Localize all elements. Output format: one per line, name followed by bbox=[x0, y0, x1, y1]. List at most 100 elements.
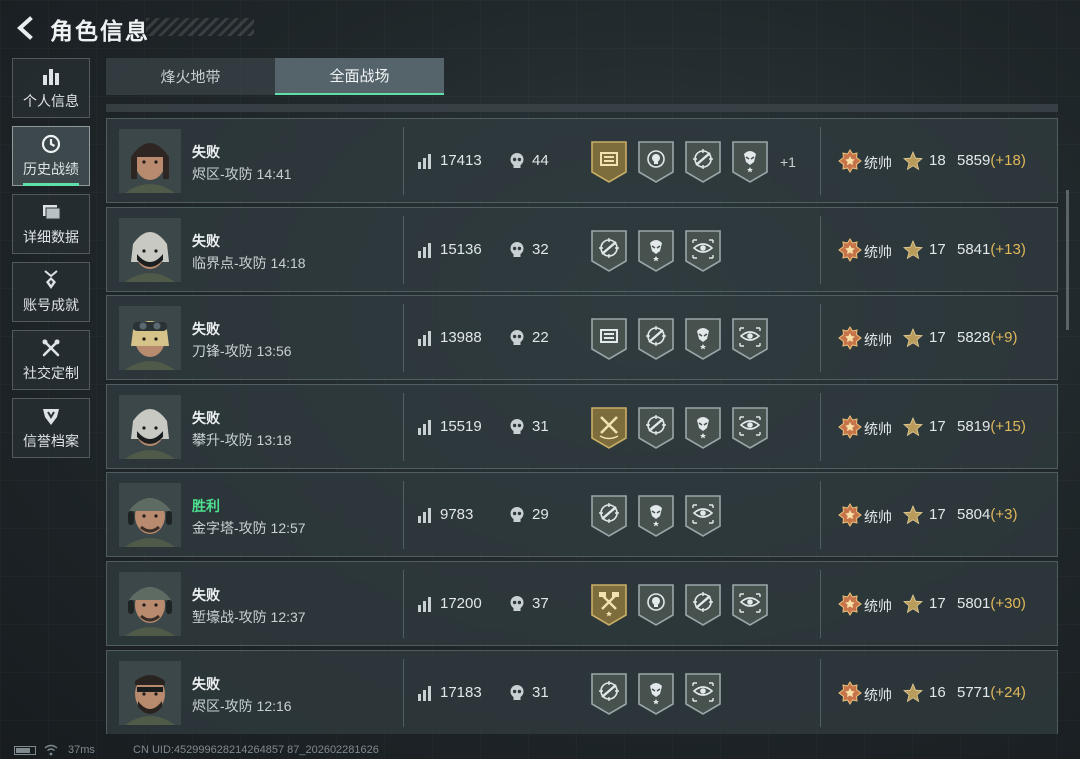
match-row[interactable]: 失败 烬区-攻防 12:16 17183 31 统帅 16 5771(+24) bbox=[106, 649, 1058, 734]
crosshair-rifle-badge-icon[interactable] bbox=[590, 229, 628, 273]
gold-hammer-badge-icon[interactable] bbox=[590, 583, 628, 627]
crosshair-rifle-badge-icon[interactable] bbox=[590, 672, 628, 716]
sidebar: 个人信息 历史战绩 详细数据 账号成就 社交定制 信誉档案 bbox=[12, 58, 90, 466]
crosshair-rifle-badge-icon[interactable] bbox=[637, 317, 675, 361]
status-bar: 37ms CN UID:452999628214264857 87_202602… bbox=[0, 742, 1080, 759]
star-level: 17 bbox=[929, 329, 946, 347]
rank-points-value: 5801 bbox=[957, 595, 991, 612]
sidebar-item-history[interactable]: 历史战绩 bbox=[12, 126, 90, 186]
gold-screen-badge-icon[interactable] bbox=[590, 140, 628, 184]
score-icon bbox=[417, 597, 433, 612]
rank-points-delta: (+9) bbox=[990, 329, 1018, 347]
match-history-list[interactable]: 失败 烬区-攻防 14:41 17413 44 +1 统帅 18 5859(+18) 失败 临界点… bbox=[106, 104, 1058, 734]
row-divider bbox=[403, 127, 404, 195]
soldier-badge-icon[interactable] bbox=[637, 494, 675, 538]
clock-icon bbox=[41, 134, 61, 154]
bearded-soldier-avatar bbox=[119, 660, 181, 725]
eye-target-badge-icon[interactable] bbox=[684, 229, 722, 273]
goggles-soldier-avatar bbox=[119, 306, 181, 371]
match-badges bbox=[590, 406, 778, 450]
eye-target-badge-icon[interactable] bbox=[731, 406, 769, 450]
star-icon bbox=[902, 593, 924, 614]
soldier-badge-icon[interactable] bbox=[637, 229, 675, 273]
rank-points: 5841(+13) bbox=[957, 241, 1026, 258]
sidebar-item-social[interactable]: 社交定制 bbox=[12, 330, 90, 390]
soldier-badge-icon[interactable] bbox=[637, 672, 675, 716]
star-level: 16 bbox=[929, 683, 946, 701]
rank-name: 统帅 bbox=[864, 598, 892, 614]
sidebar-item-details[interactable]: 详细数据 bbox=[12, 194, 90, 254]
list-scrollbar[interactable] bbox=[1066, 190, 1069, 330]
rank-emblem-icon bbox=[838, 326, 862, 351]
soldier-badge-icon[interactable] bbox=[731, 140, 769, 184]
sidebar-item-label: 社交定制 bbox=[23, 365, 79, 381]
match-kills: 29 bbox=[532, 506, 549, 524]
eye-target-badge-icon[interactable] bbox=[684, 494, 722, 538]
skull-badge-icon[interactable] bbox=[637, 140, 675, 184]
bar-chart-icon bbox=[43, 69, 59, 85]
soldier-badge-icon[interactable] bbox=[684, 406, 722, 450]
crosshair-rifle-badge-icon[interactable] bbox=[590, 494, 628, 538]
eye-target-badge-icon[interactable] bbox=[731, 317, 769, 361]
rank-emblem-icon bbox=[838, 503, 862, 528]
header: 角色信息 bbox=[0, 0, 1080, 54]
crosshair-rifle-badge-icon[interactable] bbox=[684, 583, 722, 627]
match-row[interactable]: 失败 堑壕战-攻防 12:37 17200 37 统帅 17 5801(+30) bbox=[106, 561, 1058, 646]
row-divider bbox=[403, 481, 404, 550]
crosshair-rifle-badge-icon[interactable] bbox=[637, 406, 675, 450]
back-arrow-icon[interactable] bbox=[12, 14, 40, 42]
kills-skull-icon bbox=[509, 506, 525, 524]
match-badges: +1 bbox=[590, 140, 796, 184]
match-row[interactable]: 失败 刀锋-攻防 13:56 13988 22 统帅 17 5828(+9) bbox=[106, 295, 1058, 381]
eye-target-badge-icon[interactable] bbox=[684, 672, 722, 716]
sidebar-item-label: 详细数据 bbox=[23, 229, 79, 245]
kills-skull-icon bbox=[509, 329, 525, 347]
match-row[interactable]: 失败 攀升-攻防 13:18 15519 31 统帅 17 5819(+15) bbox=[106, 383, 1058, 469]
match-row[interactable]: 胜利 金字塔-攻防 12:57 9783 29 统帅 17 5804(+3) bbox=[106, 472, 1058, 558]
skull-badge-icon[interactable] bbox=[637, 583, 675, 627]
rank-emblem-icon bbox=[838, 149, 862, 173]
page-title: 角色信息 bbox=[50, 18, 150, 44]
match-map-time: 攀升-攻防 13:18 bbox=[192, 431, 292, 448]
match-map-time: 烬区-攻防 14:41 bbox=[192, 166, 292, 182]
more-badges-count[interactable]: +1 bbox=[780, 154, 796, 170]
match-map-time: 烬区-攻防 12:16 bbox=[192, 697, 292, 714]
match-badges bbox=[590, 317, 778, 361]
mode-tabs: 烽火地带 全面战场 bbox=[106, 58, 445, 95]
rank-name: 统帅 bbox=[864, 243, 892, 260]
row-divider bbox=[820, 481, 821, 550]
gold-tools-badge-icon[interactable] bbox=[590, 406, 628, 450]
soldier-badge-icon[interactable] bbox=[684, 317, 722, 361]
screen-badge-icon[interactable] bbox=[590, 317, 628, 361]
rank-points: 5804(+3) bbox=[957, 506, 1017, 523]
star-icon bbox=[902, 150, 924, 171]
row-divider bbox=[403, 392, 404, 461]
match-result: 失败 bbox=[192, 409, 220, 426]
match-map-time: 刀锋-攻防 13:56 bbox=[192, 343, 292, 360]
sidebar-item-reputation[interactable]: 信誉档案 bbox=[12, 398, 90, 458]
crosshair-rifle-badge-icon[interactable] bbox=[684, 140, 722, 184]
tab-warfare-zone[interactable]: 烽火地带 bbox=[106, 58, 275, 95]
eye-target-badge-icon[interactable] bbox=[731, 583, 769, 627]
score-icon bbox=[417, 242, 433, 258]
rank-emblem-icon bbox=[838, 414, 862, 439]
match-score: 17200 bbox=[440, 595, 482, 612]
female-soldier-avatar bbox=[119, 129, 181, 193]
tab-full-battlefield[interactable]: 全面战场 bbox=[275, 58, 444, 95]
score-icon bbox=[417, 154, 433, 169]
wifi-icon bbox=[44, 744, 58, 756]
rank-points-value: 5859 bbox=[957, 152, 991, 169]
rank-points-delta: (+18) bbox=[990, 152, 1026, 169]
uid-text: CN UID:452999628214264857 87_20260228162… bbox=[133, 744, 379, 756]
match-row[interactable]: 失败 烬区-攻防 14:41 17413 44 +1 统帅 18 5859(+18) bbox=[106, 118, 1058, 203]
star-level: 17 bbox=[929, 506, 946, 524]
sidebar-item-achievements[interactable]: 账号成就 bbox=[12, 262, 90, 322]
star-icon bbox=[902, 239, 924, 260]
match-row[interactable]: 失败 临界点-攻防 14:18 15136 32 统帅 17 5841(+13) bbox=[106, 206, 1058, 292]
match-kills: 31 bbox=[532, 683, 549, 701]
match-kills: 44 bbox=[532, 152, 549, 169]
kills-skull-icon bbox=[509, 684, 525, 702]
row-divider bbox=[820, 215, 821, 284]
sidebar-item-profile[interactable]: 个人信息 bbox=[12, 58, 90, 118]
score-icon bbox=[417, 419, 433, 435]
